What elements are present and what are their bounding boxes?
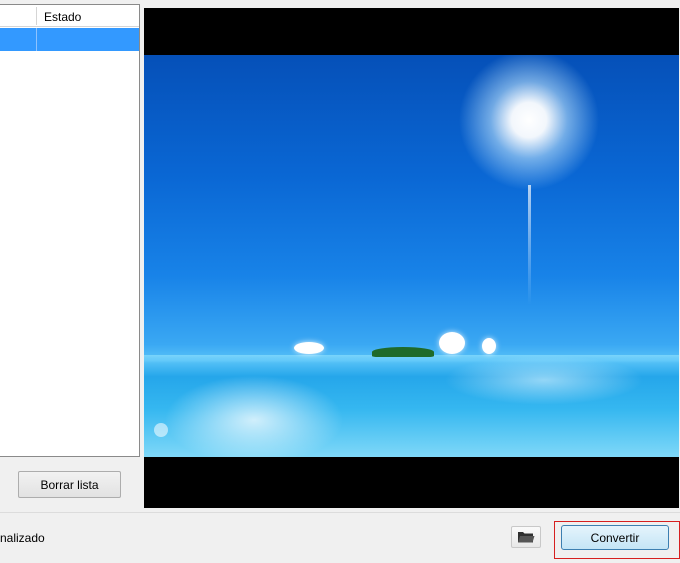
cloud [482,338,496,354]
open-folder-button[interactable] [511,526,541,548]
status-text: nalizado [0,531,45,545]
column-separator[interactable] [36,7,37,25]
bottom-bar: nalizado Convertir [0,512,680,563]
island [372,347,434,357]
app-window: Estado Borrar lista nalizado Convertir [0,0,680,563]
clear-list-button[interactable]: Borrar lista [18,471,121,498]
folder-icon [518,532,535,543]
column-header-estado[interactable]: Estado [44,10,81,24]
water-reflection [444,355,644,405]
cloud [294,342,324,354]
video-preview [144,8,679,508]
preview-image [144,55,679,457]
list-item[interactable] [0,28,139,51]
watermark-logo [154,423,168,437]
convert-button[interactable]: Convertir [561,525,669,550]
sun-ray [528,185,531,305]
file-list[interactable]: Estado [0,4,140,457]
cloud [439,332,465,354]
water-reflection [164,375,344,457]
row-column-separator [36,28,37,51]
list-header: Estado [0,5,139,27]
